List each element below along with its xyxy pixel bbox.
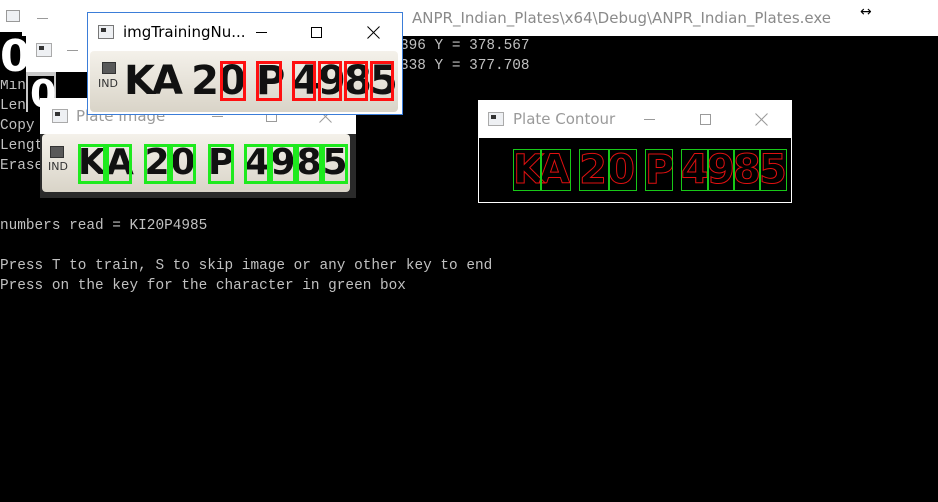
training-plate-image: IND K A 2 0 P 4 9 8 5	[90, 51, 398, 112]
contour-bounding-box	[579, 149, 609, 191]
console-line: 396 Y = 378.567	[400, 38, 530, 54]
app-icon	[6, 10, 20, 22]
close-icon	[367, 26, 380, 39]
contour-bounding-box	[681, 149, 709, 191]
contour-bounding-box	[759, 149, 787, 191]
character-bounding-box	[78, 144, 106, 184]
window-title: imgTrainingNu...	[123, 23, 246, 41]
minimize-icon	[255, 31, 267, 33]
console-line: Copy	[0, 118, 35, 134]
character-bounding-box	[296, 144, 322, 184]
console-line: 338 Y = 377.708	[400, 58, 530, 74]
character-bounding-box	[244, 144, 270, 184]
character-bounding-box	[144, 144, 170, 184]
minimize-icon	[643, 118, 655, 120]
minimize-button[interactable]	[626, 100, 672, 138]
character-bounding-box	[292, 61, 316, 101]
character-bounding-box	[170, 144, 196, 184]
character-bounding-box	[106, 144, 132, 184]
training-numbers-window[interactable]: imgTrainingNu... IND K A 2 0 P 4 9 8 5	[87, 12, 403, 115]
character-bounding-box	[370, 61, 394, 101]
plate-character: 2	[191, 58, 219, 104]
plate-image: IND K A 2 0 P 4 9 8 5	[42, 134, 350, 192]
character-bounding-box	[344, 61, 368, 101]
minimize-icon	[36, 17, 48, 19]
instruction-line: Press on the key for the character in gr…	[0, 278, 406, 294]
numbers-read-line: numbers read = KI20P4985	[0, 218, 208, 234]
digit-image-back-1: 0	[0, 31, 31, 82]
contour-bounding-box	[645, 149, 673, 191]
character-bounding-box	[220, 61, 246, 101]
app-icon	[98, 25, 114, 39]
plate-character: K	[124, 58, 155, 104]
contour-bounding-box	[707, 149, 735, 191]
digit-window-back-2[interactable]	[26, 32, 90, 72]
maximize-button[interactable]	[293, 13, 339, 51]
app-icon	[36, 43, 52, 57]
maximize-icon	[310, 26, 322, 38]
close-button[interactable]	[738, 100, 784, 138]
minimize-button[interactable]	[60, 32, 84, 68]
window-titlebar[interactable]: imgTrainingNu...	[88, 13, 402, 51]
close-button[interactable]	[350, 13, 396, 51]
minimize-icon	[211, 115, 223, 117]
console-line: Lengt	[0, 138, 44, 154]
maximize-icon	[699, 113, 711, 125]
character-bounding-box	[322, 144, 348, 184]
minimize-button[interactable]	[238, 13, 284, 51]
plate-contour-window[interactable]: Plate Contour K A 2 0 P 4 9 8 5	[478, 100, 792, 203]
app-icon	[52, 109, 68, 123]
character-bounding-box	[270, 144, 296, 184]
plate-emblem	[50, 146, 64, 158]
contour-bounding-box	[609, 149, 637, 191]
character-bounding-box	[208, 144, 234, 184]
contour-bounding-box	[513, 149, 541, 191]
character-bounding-box	[318, 61, 342, 101]
window-titlebar[interactable]: Plate Contour	[478, 100, 792, 138]
contour-bounding-box	[541, 149, 571, 191]
character-bounding-box	[256, 61, 282, 101]
plate-character: A	[152, 58, 183, 104]
console-title: ANPR_Indian_Plates\x64\Debug\ANPR_Indian…	[412, 9, 832, 27]
plate-emblem	[102, 62, 116, 74]
contour-image: K A 2 0 P 4 9 8 5	[479, 138, 791, 202]
window-title: Plate Contour	[513, 110, 616, 128]
resize-cursor-icon: ↔	[860, 4, 872, 20]
contour-bounding-box	[733, 149, 761, 191]
console-line: Erase	[0, 158, 44, 174]
plate-country: IND	[98, 77, 118, 90]
close-icon	[755, 113, 768, 126]
plate-country: IND	[48, 160, 68, 173]
instruction-line: Press T to train, S to skip image or any…	[0, 258, 493, 274]
maximize-button[interactable]	[682, 100, 728, 138]
minimize-button[interactable]	[30, 0, 54, 36]
app-icon	[488, 112, 504, 126]
minimize-icon	[66, 49, 78, 51]
